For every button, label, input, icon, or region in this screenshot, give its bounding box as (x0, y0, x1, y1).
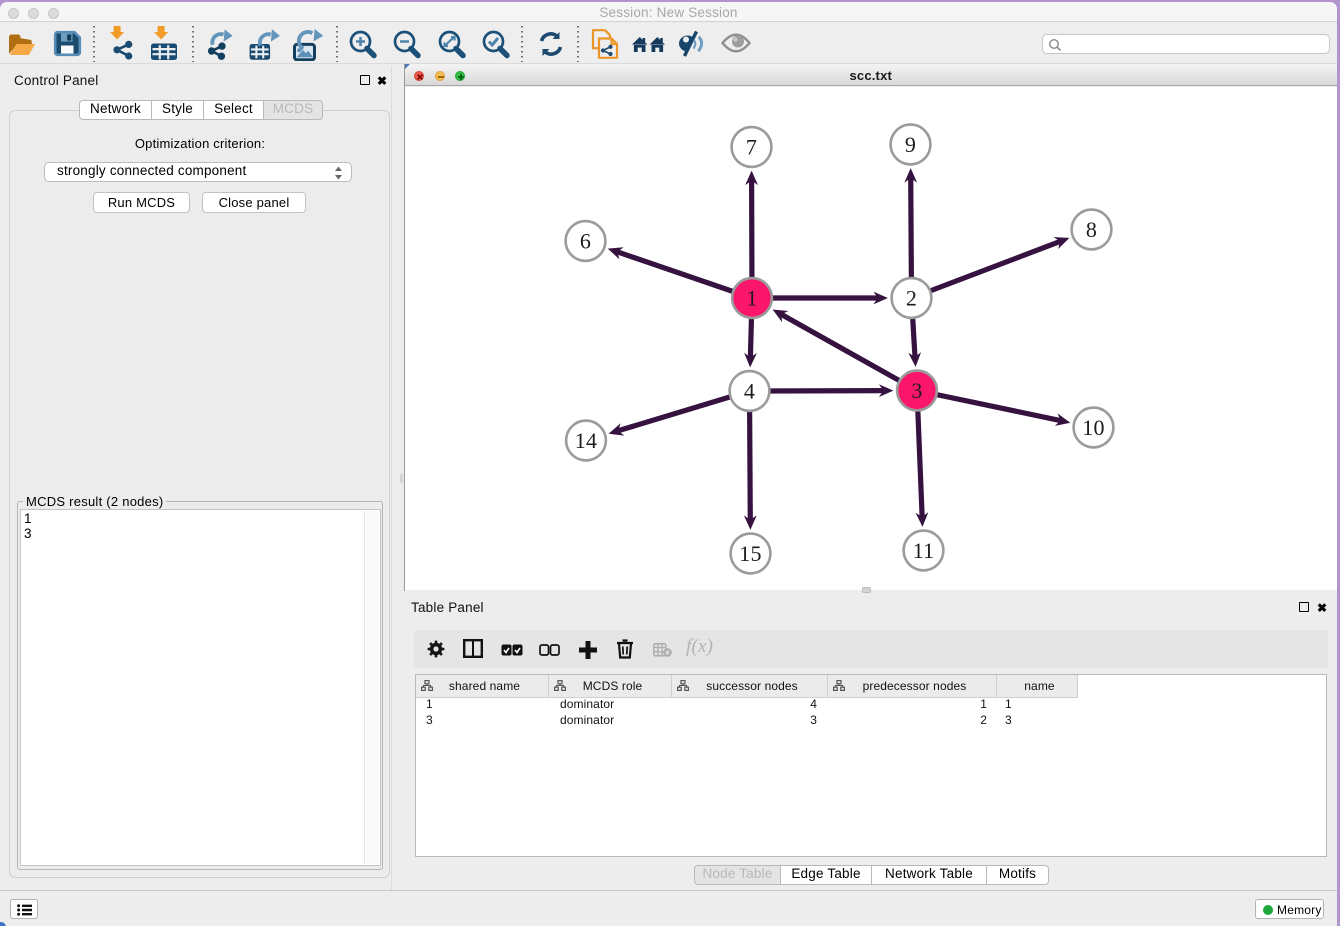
svg-text:15: 15 (739, 541, 761, 566)
svg-text:1: 1 (746, 286, 757, 311)
svg-text:2: 2 (905, 286, 916, 311)
svg-text:6: 6 (579, 229, 590, 254)
svg-text:11: 11 (912, 538, 934, 563)
svg-text:10: 10 (1082, 415, 1104, 440)
svg-text:3: 3 (911, 378, 922, 403)
svg-text:9: 9 (904, 132, 915, 157)
svg-text:7: 7 (745, 135, 756, 160)
svg-text:8: 8 (1085, 217, 1096, 242)
svg-text:14: 14 (574, 428, 596, 453)
svg-text:4: 4 (743, 379, 754, 404)
